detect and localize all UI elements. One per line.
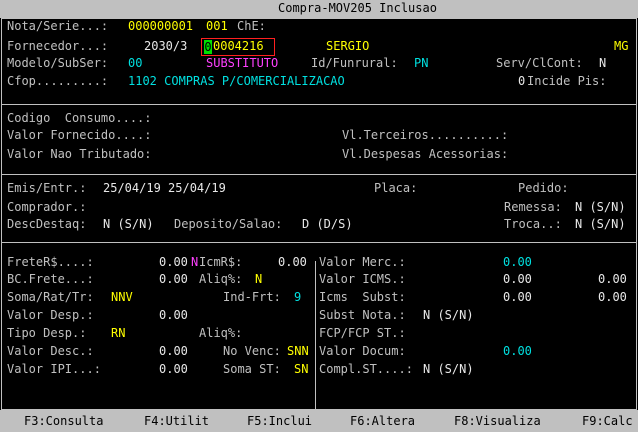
aliq2-label: Aliq%: xyxy=(199,326,243,340)
aliq-label: Aliq%: xyxy=(199,272,243,286)
incide-prefix: 0 xyxy=(518,74,526,88)
f5-inclui-button[interactable]: F5:Inclui xyxy=(247,414,312,428)
merc-field[interactable]: 0.00 xyxy=(503,254,532,270)
title-bar: Compra-MOV205 Inclusao xyxy=(0,0,638,18)
fornecedor-label: Fornecedor...: xyxy=(7,39,109,53)
cfop-label: Cfop.........: xyxy=(7,74,109,88)
icmsr-label: IcmR$: xyxy=(199,255,243,269)
emis-field[interactable]: 25/04/19 25/04/19 xyxy=(103,180,226,196)
substnota-field[interactable]: N (S/N) xyxy=(423,307,474,323)
frete-flag: N xyxy=(191,255,199,269)
aliq-field[interactable]: N xyxy=(255,271,262,287)
incide-pis-label: Incide Pis: xyxy=(527,74,607,88)
novenc-field[interactable]: SNN xyxy=(287,343,309,359)
totals-divider xyxy=(315,261,316,409)
comprador-label: Comprador.: xyxy=(7,200,87,214)
merc-label: Valor Merc.: xyxy=(319,255,406,269)
tipodesp-label: Tipo Desp.: xyxy=(7,326,87,340)
fornecedor-uf: MG xyxy=(614,39,629,53)
remessa-field[interactable]: N (S/N) xyxy=(575,199,626,215)
soma-label: Soma/Rat/Tr: xyxy=(7,290,94,304)
icms-field[interactable]: 0.00 xyxy=(503,271,532,287)
complst-label: Compl.ST....: xyxy=(319,362,413,376)
divider-3 xyxy=(2,242,636,243)
serie-field[interactable]: 001 xyxy=(206,18,228,34)
placa-label: Placa: xyxy=(374,181,418,195)
nao-tributado-label: Valor Nao Tributado: xyxy=(7,147,152,161)
divider-1 xyxy=(2,104,636,105)
serv-label: Serv/ClCont: xyxy=(496,56,583,70)
tipodesp-field[interactable]: RN xyxy=(111,325,125,341)
somast-label: Soma ST: xyxy=(223,362,281,376)
f9-calc-button[interactable]: F9:Calc xyxy=(582,414,633,428)
icmssubst-label: Icms Subst: xyxy=(319,290,406,304)
terminal-screen: Nota/Serie...: 000000001 001 ChE: Fornec… xyxy=(0,18,638,410)
somast-field[interactable]: SN xyxy=(294,361,308,377)
docum-label: Valor Docum: xyxy=(319,344,406,358)
soma-field[interactable]: NNV xyxy=(111,289,133,305)
codigo-consumo-label: Codigo Consumo....: xyxy=(7,111,152,125)
emis-label: Emis/Entr.: xyxy=(7,181,87,195)
frete-label: FreteR$....: xyxy=(7,255,94,269)
ipi-field[interactable]: 0.00 xyxy=(159,361,188,377)
ipi-label: Valor IPI...: xyxy=(7,362,101,376)
troca-label: Troca..: xyxy=(504,217,562,231)
icmssubst-field[interactable]: 0.00 xyxy=(503,289,532,305)
icmsr-field[interactable]: 0.00 xyxy=(278,254,307,270)
icmssubst-field-2[interactable]: 0.00 xyxy=(598,289,627,305)
serv-field[interactable]: N xyxy=(599,55,606,71)
pedido-label: Pedido: xyxy=(518,181,569,195)
troca-field[interactable]: N (S/N) xyxy=(575,216,626,232)
f6-altera-button[interactable]: F6:Altera xyxy=(350,414,415,428)
deposito-label: Deposito/Salao: xyxy=(174,217,283,231)
fornecedor-name: SERGIO xyxy=(326,39,370,53)
chave-label: ChE: xyxy=(237,19,266,33)
indfrt-field[interactable]: 9 xyxy=(294,289,301,305)
despesas-label: Vl.Despesas Acessorias: xyxy=(342,147,509,161)
f8-visualiza-button[interactable]: F8:Visualiza xyxy=(454,414,541,428)
terceiros-label: Vl.Terceiros..........: xyxy=(342,128,509,142)
deposito-field[interactable]: D (D/S) xyxy=(302,216,353,232)
complst-field[interactable]: N (S/N) xyxy=(423,361,474,377)
fornecedor-field[interactable]: 0004216 xyxy=(213,38,264,54)
novenc-label: No Venc: xyxy=(223,344,281,358)
desconto-field[interactable]: 0.00 xyxy=(159,343,188,359)
remessa-label: Remessa: xyxy=(504,200,562,214)
nota-field[interactable]: 000000001 xyxy=(128,18,193,34)
f3-consulta-button[interactable]: F3:Consulta xyxy=(24,414,103,428)
nota-label: Nota/Serie...: xyxy=(7,19,109,33)
desconto-label: Valor Desc.: xyxy=(7,344,94,358)
text-cursor: 0 xyxy=(204,40,212,54)
funrural-label: Id/Funrural: xyxy=(311,56,398,70)
modelo-label: Modelo/SubSer: xyxy=(7,56,109,70)
descdestaq-label: DescDestaq: xyxy=(7,217,87,231)
funrural-field[interactable]: PN xyxy=(414,55,428,71)
cfop-field[interactable]: 1102 COMPRAS P/COMERCIALIZACAO xyxy=(128,73,345,89)
despesa-field[interactable]: 0.00 xyxy=(159,307,188,323)
frete-field[interactable]: 0.00 xyxy=(159,254,188,270)
valor-fornecido-label: Valor Fornecido....: xyxy=(7,128,152,142)
fornecedor-code: 2030/3 xyxy=(144,39,188,53)
function-key-bar: F3:Consulta F4:Utilit F5:Inclui F6:Alter… xyxy=(0,410,638,432)
icms-field-2[interactable]: 0.00 xyxy=(598,271,627,287)
bcfrete-field[interactable]: 0.00 xyxy=(159,271,188,287)
modelo-field[interactable]: 00 xyxy=(128,55,142,71)
substnota-label: Subst Nota.: xyxy=(319,308,406,322)
fcp-label: FCP/FCP ST.: xyxy=(319,326,406,340)
indfrt-label: Ind-Frt: xyxy=(223,290,281,304)
icms-label: Valor ICMS.: xyxy=(319,272,406,286)
despesa-label: Valor Desp.: xyxy=(7,308,94,322)
f4-utilit-button[interactable]: F4:Utilit xyxy=(144,414,209,428)
descdestaq-field[interactable]: N (S/N) xyxy=(103,216,154,232)
divider-2 xyxy=(2,174,636,175)
modelo-desc: SUBSTITUTO xyxy=(206,56,279,70)
bcfrete-label: BC.Frete...: xyxy=(7,272,94,286)
docum-field[interactable]: 0.00 xyxy=(503,343,532,359)
window-title: Compra-MOV205 Inclusao xyxy=(278,1,437,15)
